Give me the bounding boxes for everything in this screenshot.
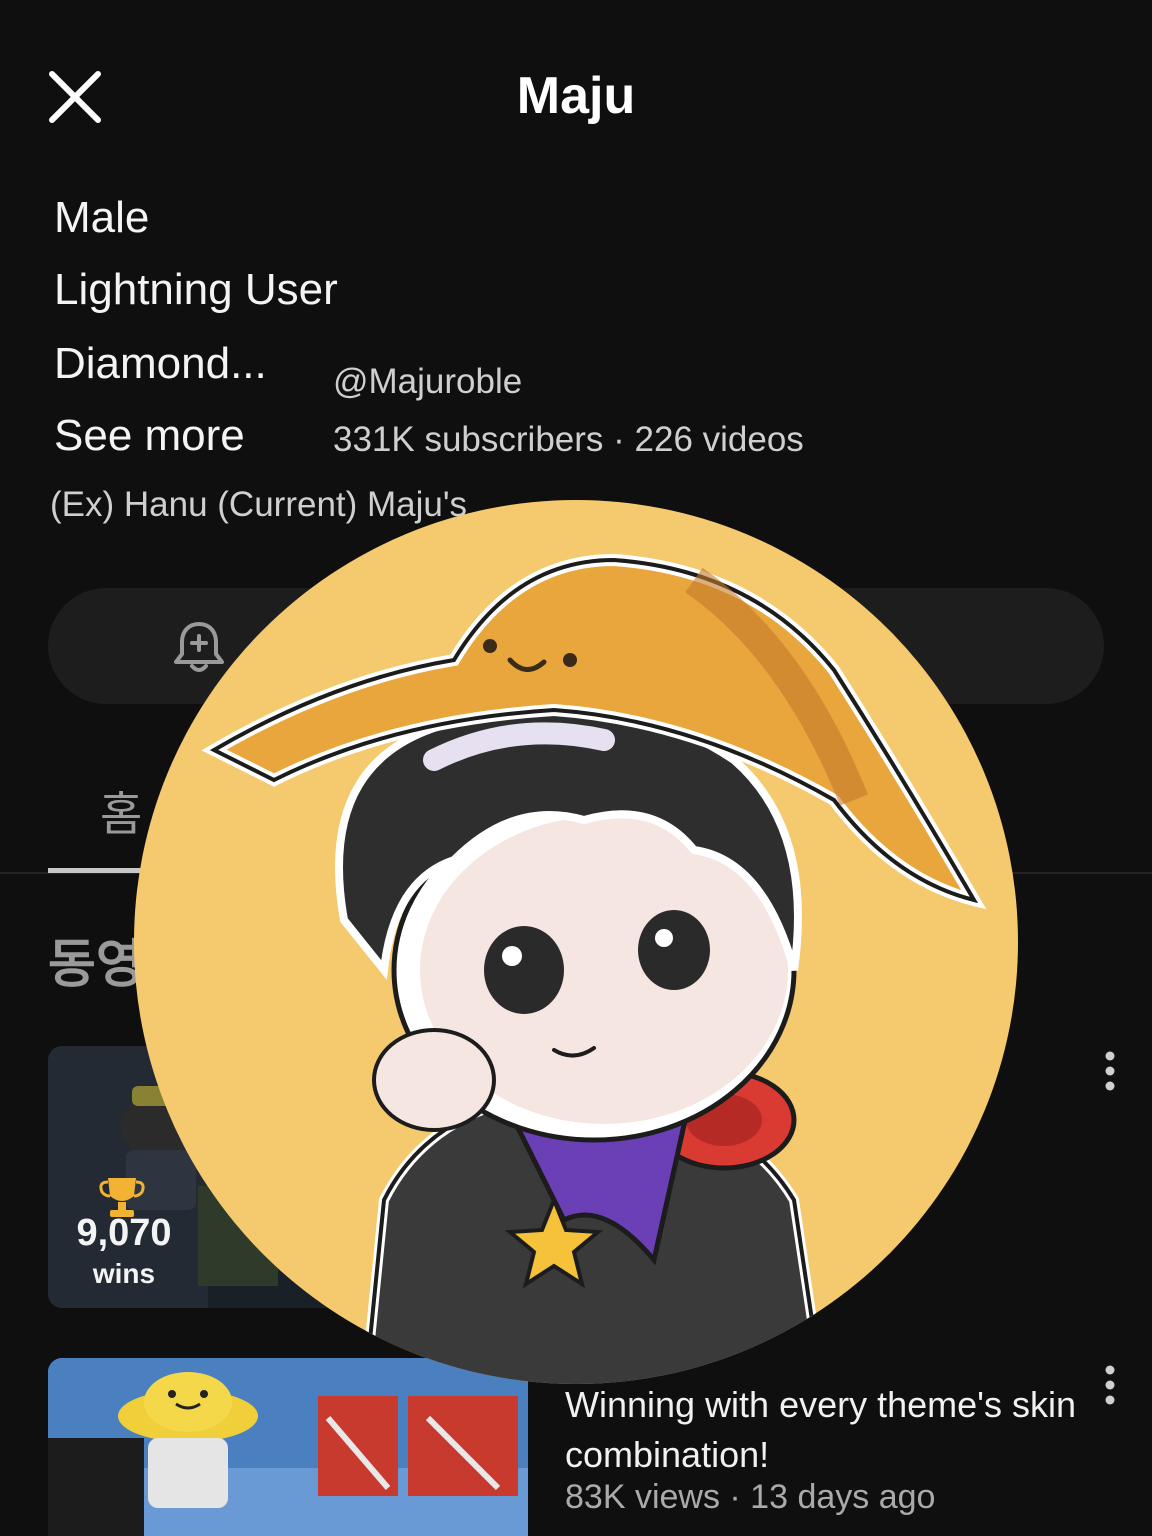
video-meta-2: 83K views · 13 days ago — [565, 1478, 936, 1516]
channel-title: Maju — [516, 67, 636, 125]
bio-line-rank: Diamond... — [54, 339, 267, 388]
channel-stats: 331K subscribers · 226 videos — [333, 420, 804, 459]
video-thumbnail-2[interactable] — [48, 1358, 528, 1536]
channel-avatar-image — [134, 500, 1018, 1384]
video-title-2[interactable]: Winning with every theme's skin combinat… — [565, 1380, 1085, 1479]
see-more-link[interactable]: See more — [54, 414, 245, 458]
section-label: 동영 — [48, 936, 144, 994]
channel-handle: @Majuroble — [333, 362, 523, 401]
bio-line-gender: Male — [54, 193, 150, 242]
bio-line-role: Lightning User — [54, 265, 338, 314]
more-options-icon[interactable] — [1100, 1050, 1120, 1092]
more-options-icon[interactable] — [1100, 1364, 1120, 1406]
